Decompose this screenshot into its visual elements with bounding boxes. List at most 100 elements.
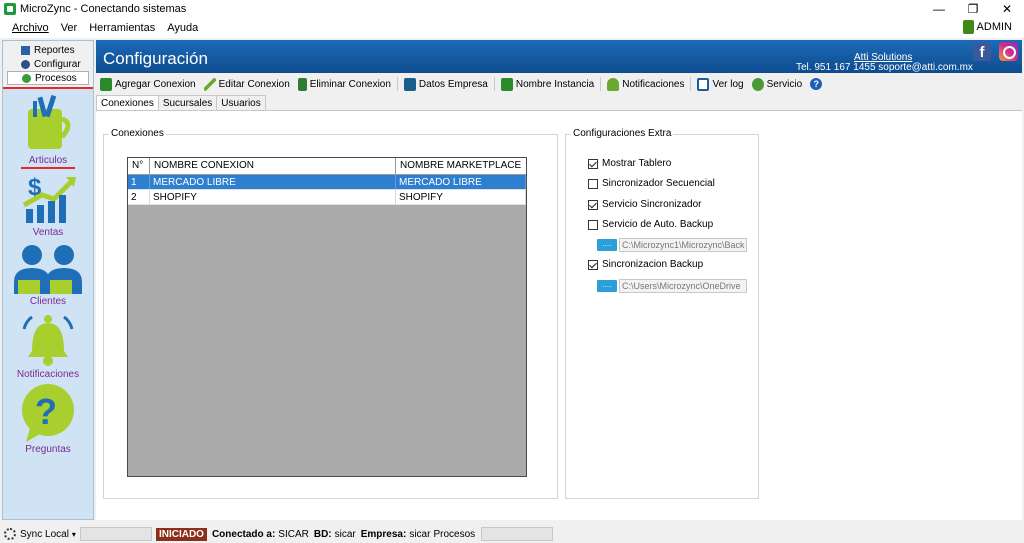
checkbox[interactable] — [588, 199, 598, 210]
table-cell: SHOPIFY — [150, 190, 396, 204]
status-field — [481, 527, 554, 541]
column-header[interactable]: N° — [128, 158, 150, 174]
company-icon — [403, 77, 416, 91]
view-log-button[interactable]: Ver log — [693, 75, 747, 93]
chevron-down-icon[interactable]: ▾ — [72, 530, 76, 539]
option-sincronizador-secuencial[interactable]: Sincronizador Secuencial — [588, 178, 715, 189]
edit-connection-button[interactable]: Editar Conexion — [200, 75, 294, 93]
button-label: Eliminar Conexion — [309, 78, 391, 90]
delete-connection-button[interactable]: Eliminar Conexion — [294, 75, 395, 93]
tab-sucursales[interactable]: Sucursales — [157, 95, 218, 111]
menu-bar: Archivo Ver Herramientas Ayuda ADMIN — [0, 18, 1024, 38]
gear-icon — [21, 59, 30, 69]
tab-usuarios[interactable]: Usuarios — [216, 95, 266, 111]
option-servicio-sincronizador[interactable]: Servicio Sincronizador — [588, 199, 702, 210]
sales-chart-icon: $ — [22, 174, 76, 223]
close-button[interactable]: ✕ — [990, 0, 1024, 18]
window-controls: — ❐ ✕ — [922, 0, 1024, 18]
page-title: Configuración — [103, 49, 208, 68]
left-nav: Reportes Configurar Procesos Articulos $ — [2, 40, 94, 520]
help-button[interactable]: ? — [806, 75, 826, 93]
button-label: Agregar Conexion — [115, 78, 196, 90]
toolbar: Agregar Conexion Editar Conexion Elimina… — [96, 74, 1022, 94]
backup-path-field[interactable]: C:\Microzync1\Microzync\Back — [619, 238, 747, 252]
option-label: Sincronizador Secuencial — [602, 178, 715, 189]
menu-ayuda[interactable]: Ayuda — [161, 22, 204, 34]
nav-articulos[interactable]: Articulos — [3, 95, 93, 169]
empresa-value: sicar — [409, 528, 431, 540]
company-data-button[interactable]: Datos Empresa — [400, 75, 492, 93]
nav-clientes[interactable]: Clientes — [3, 242, 93, 307]
question-icon: ? — [22, 384, 74, 442]
content-pane: Conexiones N° NOMBRE CONEXION NOMBRE MAR… — [96, 110, 1022, 520]
option-label: Sincronizacion Backup — [602, 259, 704, 270]
conectado-label: Conectado a: — [211, 528, 276, 540]
browse-backup-button[interactable]: .... — [597, 239, 617, 251]
nav-tab-procesos[interactable]: Procesos — [7, 71, 89, 85]
sub-tabs: Conexiones Sucursales Usuarios — [96, 95, 266, 112]
instance-icon — [500, 77, 513, 91]
restore-button[interactable]: ❐ — [956, 0, 990, 18]
table-row[interactable]: 1 MERCADO LIBRE MERCADO LIBRE — [128, 175, 526, 190]
menu-archivo[interactable]: Archivo — [0, 22, 55, 34]
sync-dropdown[interactable]: Sync Local — [20, 529, 69, 540]
checkbox[interactable] — [588, 158, 598, 169]
log-icon — [697, 77, 710, 91]
help-icon: ? — [810, 78, 823, 90]
table-cell: MERCADO LIBRE — [396, 175, 526, 189]
connections-grid: N° NOMBRE CONEXION NOMBRE MARKETPLACE 1 … — [127, 157, 527, 477]
button-label: Datos Empresa — [418, 78, 488, 90]
table-cell: 1 — [128, 175, 150, 189]
extra-settings-group: Configuraciones Extra Mostrar Tablero Si… — [565, 128, 759, 499]
option-sincronizacion-backup[interactable]: Sincronizacion Backup — [588, 259, 703, 270]
add-connection-button[interactable]: Agregar Conexion — [96, 75, 200, 93]
nav-label: Ventas — [32, 227, 64, 238]
admin-user[interactable]: ADMIN — [962, 20, 1012, 34]
nav-tab-configurar[interactable]: Configurar — [3, 57, 93, 71]
status-field — [79, 527, 152, 541]
option-auto-backup[interactable]: Servicio de Auto. Backup — [588, 219, 713, 230]
service-button[interactable]: Servicio — [748, 75, 807, 93]
instance-name-button[interactable]: Nombre Instancia — [497, 75, 598, 93]
group-title: Configuraciones Extra — [571, 128, 674, 139]
group-title: Conexiones — [109, 128, 166, 139]
nav-notificaciones[interactable]: Notificaciones — [3, 311, 93, 380]
procesos-status: Procesos — [433, 528, 476, 540]
button-label: Notificaciones — [622, 78, 685, 90]
nav-ventas[interactable]: $ Ventas — [3, 173, 93, 238]
bell-icon — [22, 315, 74, 366]
table-cell: SHOPIFY — [396, 190, 526, 204]
browse-sync-button[interactable]: .... — [597, 280, 617, 292]
title-bar: MicroZync - Conectando sistemas — ❐ ✕ — [0, 0, 1024, 18]
add-icon — [100, 77, 112, 91]
checkbox[interactable] — [588, 178, 598, 189]
contact-info: Tel. 951 167 1455 soporte@atti.com.mx — [796, 62, 973, 73]
backup-path-row: .... C:\Microzync1\Microzync\Back — [597, 238, 747, 252]
nav-label: Preguntas — [25, 444, 71, 455]
toolbar-separator — [396, 77, 398, 91]
column-header[interactable]: NOMBRE MARKETPLACE — [396, 158, 526, 174]
notifications-button[interactable]: Notificaciones — [603, 75, 688, 93]
table-row[interactable]: 2 SHOPIFY SHOPIFY — [128, 190, 526, 205]
checkbox[interactable] — [588, 259, 598, 270]
menu-ver[interactable]: Ver — [55, 22, 84, 34]
column-header[interactable]: NOMBRE CONEXION — [150, 158, 396, 174]
nav-tab-reportes[interactable]: Reportes — [3, 43, 93, 57]
sync-path-row: .... C:\Users\Microzync\OneDrive — [597, 279, 747, 293]
toolbar-separator — [600, 77, 602, 91]
instagram-icon[interactable] — [999, 42, 1018, 61]
facebook-icon[interactable]: f — [973, 43, 991, 61]
nav-preguntas[interactable]: ? Preguntas — [3, 384, 93, 455]
nav-tabs: Reportes Configurar Procesos — [3, 41, 93, 89]
minimize-button[interactable]: — — [922, 0, 956, 18]
option-mostrar-tablero[interactable]: Mostrar Tablero — [588, 158, 671, 169]
button-label: Editar Conexion — [218, 78, 290, 90]
checkbox[interactable] — [588, 219, 598, 230]
sync-path-field[interactable]: C:\Users\Microzync\OneDrive — [619, 279, 747, 293]
nav-tab-label: Configurar — [34, 58, 81, 70]
menu-herramientas[interactable]: Herramientas — [83, 22, 161, 34]
empresa-label: Empresa: — [360, 528, 407, 540]
nav-tab-label: Procesos — [35, 72, 77, 84]
toolbar-separator — [493, 77, 495, 91]
user-icon — [962, 20, 974, 34]
